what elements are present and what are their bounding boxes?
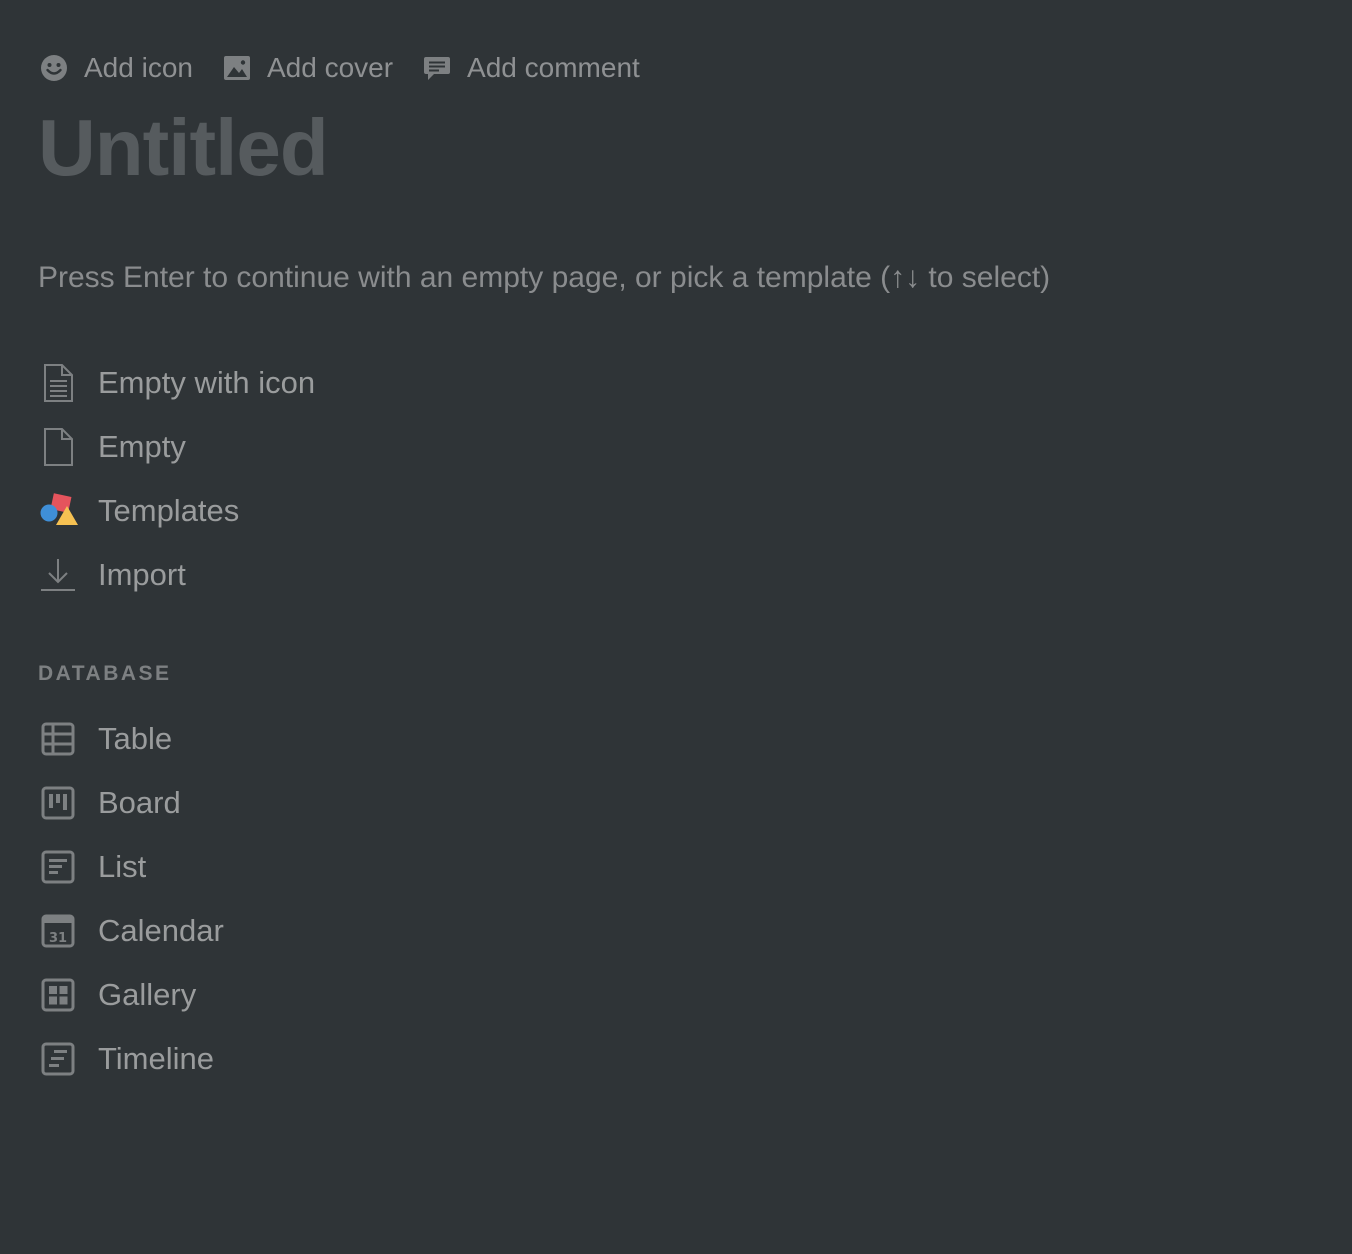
calendar-icon-day: 31 [49,931,67,946]
timeline-icon [38,1039,78,1079]
database-option-label: Calendar [98,913,224,948]
add-comment-label: Add comment [467,52,640,83]
download-icon [38,555,78,595]
template-hint: Press Enter to continue with an empty pa… [38,261,1051,294]
templates-shapes-icon [38,491,78,531]
document-lines-icon [38,363,78,403]
list-icon [38,847,78,887]
database-option-calendar[interactable]: 31 Calendar [38,899,638,963]
smiley-icon [38,52,70,84]
option-import[interactable]: Import [38,543,638,607]
option-label: Templates [98,493,240,528]
option-label: Import [98,557,186,592]
image-icon [221,52,253,84]
database-options-list: Table Board List 31 Calendar Gallery Tim… [38,707,638,1091]
database-option-list[interactable]: List [38,835,638,899]
database-option-label: List [98,849,147,884]
gallery-icon [38,975,78,1015]
add-icon-label: Add icon [84,52,193,83]
database-option-table[interactable]: Table [38,707,638,771]
add-cover-button[interactable]: Add cover [221,50,393,86]
option-templates[interactable]: Templates [38,479,638,543]
table-icon [38,719,78,759]
database-section-label: DATABASE [38,662,172,685]
option-empty-with-icon[interactable]: Empty with icon [38,351,638,415]
add-comment-button[interactable]: Add comment [421,50,640,86]
database-option-label: Table [98,721,173,756]
database-option-label: Board [98,785,181,820]
board-icon [38,783,78,823]
calendar-icon: 31 [38,911,78,951]
option-empty[interactable]: Empty [38,415,638,479]
comment-icon [421,52,453,84]
database-option-gallery[interactable]: Gallery [38,963,638,1027]
database-option-label: Timeline [98,1041,214,1076]
page-header-actions: Add icon Add cover Add comment [38,50,668,86]
database-option-label: Gallery [98,977,197,1012]
add-cover-label: Add cover [266,52,394,83]
database-option-timeline[interactable]: Timeline [38,1027,638,1091]
database-option-board[interactable]: Board [38,771,638,835]
option-label: Empty [98,429,186,464]
option-label: Empty with icon [98,365,316,400]
page-title[interactable]: Untitled [38,100,329,196]
document-icon [38,427,78,467]
page-options-list: Empty with icon Empty Templates Import [38,351,638,607]
add-icon-button[interactable]: Add icon [38,50,193,86]
page-container: Add icon Add cover Add comment Untitled … [0,0,1352,1254]
